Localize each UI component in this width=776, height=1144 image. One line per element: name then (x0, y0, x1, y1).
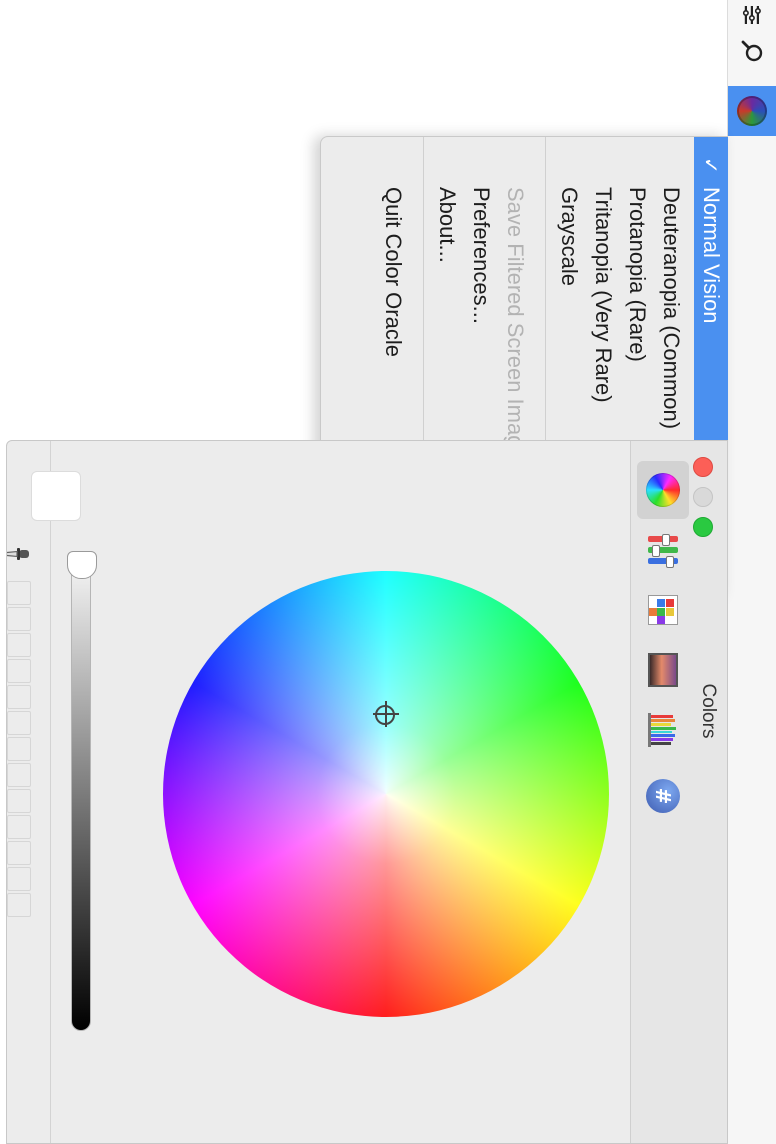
checkmark-icon: ✓ (699, 157, 721, 174)
color-swatch-slot[interactable] (7, 893, 31, 917)
current-color-well[interactable] (31, 471, 81, 521)
tab-pencils[interactable] (637, 701, 689, 759)
zoom-window-button[interactable] (693, 517, 713, 537)
tab-color-sliders[interactable] (637, 521, 689, 579)
color-swatch-slot[interactable] (7, 867, 31, 891)
menu-item-label: Quit Color Oracle (381, 187, 406, 357)
control-center-button[interactable] (728, 0, 776, 30)
color-swatch-slot[interactable] (7, 737, 31, 761)
search-icon (741, 40, 763, 62)
spotlight-button[interactable] (728, 30, 776, 74)
menu-bar (727, 0, 776, 1144)
image-icon (648, 653, 678, 687)
color-swatch-slot[interactable] (7, 841, 31, 865)
brightness-slider-knob[interactable] (67, 551, 97, 579)
menu-item-label: Normal Vision (699, 187, 724, 324)
color-swatch-slot[interactable] (7, 685, 31, 709)
hex-icon: # (646, 779, 680, 813)
color-swatch-slot[interactable] (7, 633, 31, 657)
color-swatch-slot[interactable] (7, 763, 31, 787)
palette-icon (648, 595, 678, 625)
hex-glyph: # (651, 787, 675, 805)
colors-panel-titlebar[interactable]: Colors # (630, 441, 727, 1143)
menu-item-label: Deuteranopia (Common) (659, 187, 684, 430)
tab-color-wheel[interactable] (637, 461, 689, 519)
tab-image-palettes[interactable] (637, 641, 689, 699)
minimize-window-button[interactable] (693, 487, 713, 507)
color-swatch-slot[interactable] (7, 815, 31, 839)
close-window-button[interactable] (693, 457, 713, 477)
color-wheel-crosshair[interactable] (373, 701, 399, 727)
menu-item-label: About... (435, 187, 460, 263)
menu-item-label: Protanopia (Rare) (625, 187, 650, 362)
color-wheel-icon (646, 473, 680, 507)
eyedropper-icon[interactable] (6, 539, 31, 569)
control-center-icon (742, 6, 761, 24)
color-swatch-slot[interactable] (7, 581, 31, 605)
menu-item-label: Preferences... (469, 187, 494, 324)
color-swatches (6, 581, 31, 927)
color-swatch-slot[interactable] (7, 711, 31, 735)
tab-hex[interactable]: # (637, 767, 689, 825)
color-swatch-slot[interactable] (7, 607, 31, 631)
pencils-icon (648, 713, 678, 747)
screen: ✓ Normal Vision Deuteranopia (Common) Pro… (0, 0, 776, 1144)
color-swatch-slot[interactable] (7, 789, 31, 813)
brightness-slider[interactable] (71, 559, 91, 1031)
colors-panel: Colors # (6, 440, 728, 1144)
panel-divider (50, 441, 51, 1143)
menu-item-label: Grayscale (557, 187, 582, 287)
color-swatch-slot[interactable] (7, 659, 31, 683)
menu-item-label: Tritanopia (Very Rare) (591, 187, 616, 403)
panel-title: Colors (698, 683, 719, 739)
menu-item-label: Save Filtered Screen Image... (503, 187, 528, 479)
tab-color-palettes[interactable] (637, 581, 689, 639)
sliders-icon (646, 533, 680, 568)
color-wheel[interactable] (163, 571, 609, 1017)
color-oracle-globe-icon (737, 96, 767, 126)
color-oracle-menu-button[interactable] (728, 86, 776, 136)
